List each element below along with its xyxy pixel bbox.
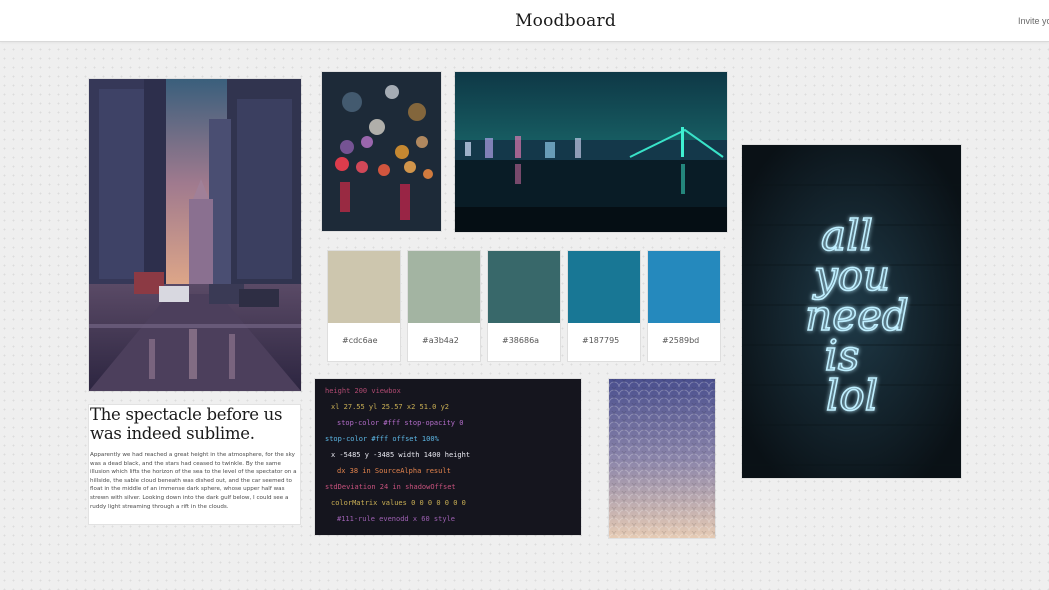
night-bridge-image[interactable] (455, 72, 727, 232)
color-swatch[interactable]: #2589bd (648, 251, 720, 361)
code-line: dx 38 in SourceAlpha result (337, 467, 451, 475)
code-line: #111-rule evenodd x 60 style (337, 515, 455, 523)
color-swatch[interactable]: #cdc6ae (328, 251, 400, 361)
swatch-chip (568, 251, 640, 323)
city-street-graphic (89, 79, 301, 391)
code-line: stop-color #fff stop-opacity 0 (337, 419, 463, 427)
swatch-hex-label: #2589bd (662, 336, 700, 345)
swatch-chip (488, 251, 560, 323)
swatch-hex-label: #cdc6ae (342, 336, 378, 345)
scallop-pattern-image[interactable] (609, 379, 715, 538)
swatch-hex-label: #a3b4a2 (422, 336, 459, 345)
top-bar: Moodboard Invite yo (0, 0, 1049, 42)
code-line: height 200 viewbox (325, 387, 401, 395)
swatch-chip (648, 251, 720, 323)
text-note-card[interactable]: The spectacle before us was indeed subli… (89, 405, 300, 524)
code-line: x -5485 y -3485 width 1400 height (331, 451, 470, 459)
code-line: stdDeviation 24 in shadowOffset (325, 483, 456, 491)
bokeh-lights-image[interactable] (322, 72, 441, 231)
note-body: Apparently we had reached a great height… (90, 452, 297, 510)
color-swatch[interactable]: #a3b4a2 (408, 251, 480, 361)
code-screen-image[interactable]: height 200 viewbox xl 27.55 yl 25.57 x2 5… (315, 379, 581, 535)
swatch-chip (408, 251, 480, 323)
bokeh-graphic (322, 72, 441, 231)
invite-link[interactable]: Invite yo (1018, 16, 1049, 26)
code-screen-graphic: height 200 viewbox xl 27.55 yl 25.57 x2 5… (315, 379, 581, 535)
swatch-hex-label: #38686a (502, 336, 540, 345)
night-bridge-graphic (455, 72, 727, 232)
swatch-chip (328, 251, 400, 323)
city-street-image[interactable] (89, 79, 301, 391)
scallop-pattern-graphic (609, 379, 715, 538)
neon-text-line: lol (826, 371, 878, 420)
code-line: stop-color #fff offset 100% (325, 435, 440, 443)
neon-sign-image[interactable]: all you need is lol (742, 145, 961, 478)
code-line: colorMatrix values 0 0 0 0 0 0 0 (331, 499, 466, 507)
neon-sign-graphic: all you need is lol (742, 145, 961, 478)
swatch-hex-label: #187795 (582, 336, 620, 345)
note-heading: The spectacle before us was indeed subli… (90, 405, 283, 443)
code-line: xl 27.55 yl 25.57 x2 51.0 y2 (331, 403, 449, 411)
color-swatch[interactable]: #187795 (568, 251, 640, 361)
color-swatch[interactable]: #38686a (488, 251, 560, 361)
page-title: Moodboard (515, 11, 616, 31)
